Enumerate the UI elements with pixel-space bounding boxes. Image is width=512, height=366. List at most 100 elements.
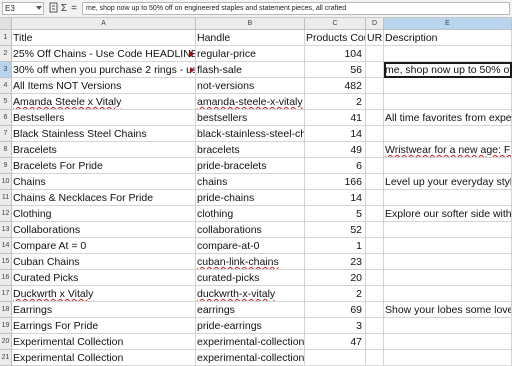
row-header[interactable]: 4 xyxy=(0,78,12,94)
row-header[interactable]: 19 xyxy=(0,318,12,334)
cell-d[interactable] xyxy=(366,334,384,350)
cell-d[interactable] xyxy=(366,62,384,78)
cell-a[interactable]: Earrings xyxy=(12,302,196,318)
cell-a[interactable]: Duckwrth x Vitaly xyxy=(12,286,196,302)
cell-e[interactable] xyxy=(384,334,512,350)
row-header[interactable]: 14 xyxy=(0,238,12,254)
row-header[interactable]: 13 xyxy=(0,222,12,238)
cell-a[interactable]: Curated Picks xyxy=(12,270,196,286)
cell-d[interactable] xyxy=(366,222,384,238)
cell-d[interactable] xyxy=(366,174,384,190)
cell-d[interactable] xyxy=(366,78,384,94)
cell-d[interactable] xyxy=(366,254,384,270)
row-header[interactable]: 10 xyxy=(0,174,12,190)
cell-c[interactable]: 1 xyxy=(305,238,366,254)
cell-c[interactable]: 2 xyxy=(305,286,366,302)
cell-b[interactable]: amanda-steele-x-vitaly xyxy=(196,94,305,110)
cell-a[interactable]: Bracelets For Pride xyxy=(12,158,196,174)
cell-d[interactable] xyxy=(366,190,384,206)
row-header[interactable]: 7 xyxy=(0,126,12,142)
cell-d[interactable] xyxy=(366,46,384,62)
cell-d[interactable] xyxy=(366,238,384,254)
cell-b[interactable]: earrings xyxy=(196,302,305,318)
cell-c[interactable]: 47 xyxy=(305,334,366,350)
cell-e[interactable] xyxy=(384,286,512,302)
row-header[interactable]: 2 xyxy=(0,46,12,62)
cell-b[interactable]: clothing xyxy=(196,206,305,222)
cell-a[interactable]: Chains & Necklaces For Pride xyxy=(12,190,196,206)
cell-a[interactable]: Earrings For Pride xyxy=(12,318,196,334)
cell-b[interactable]: cuban-link-chains xyxy=(196,254,305,270)
function-wizard-icon[interactable] xyxy=(48,2,58,15)
cell-e[interactable]: Wristwear for a new age: From heavy xyxy=(384,142,512,158)
cell-b[interactable]: flash-sale xyxy=(196,62,305,78)
cell-a[interactable]: Title xyxy=(12,30,196,46)
cell-e[interactable]: Description xyxy=(384,30,512,46)
row-header[interactable]: 8 xyxy=(0,142,12,158)
cell-e[interactable] xyxy=(384,350,512,366)
cell-b[interactable]: compare-at-0 xyxy=(196,238,305,254)
cell-c[interactable]: Products Count xyxy=(305,30,366,46)
row-header[interactable]: 9 xyxy=(0,158,12,174)
column-header-c[interactable]: C xyxy=(305,18,366,30)
cell-d[interactable] xyxy=(366,158,384,174)
cell-d[interactable] xyxy=(366,270,384,286)
cell-c[interactable]: 20 xyxy=(305,270,366,286)
cell-c[interactable]: 14 xyxy=(305,190,366,206)
cell-e[interactable] xyxy=(384,46,512,62)
row-header[interactable]: 1 xyxy=(0,30,12,46)
cell-c[interactable]: 2 xyxy=(305,94,366,110)
cell-b[interactable]: experimental-collection-jewelry xyxy=(196,350,305,366)
cell-a[interactable]: Bracelets xyxy=(12,142,196,158)
cell-b[interactable]: Handle xyxy=(196,30,305,46)
cell-a[interactable]: Amanda Steele x Vitaly xyxy=(12,94,196,110)
sum-icon[interactable]: Σ xyxy=(59,2,69,15)
cell-e[interactable] xyxy=(384,158,512,174)
cell-e-active[interactable]: me, shop now up to 50% off on engineered xyxy=(384,62,512,78)
cell-c[interactable]: 3 xyxy=(305,318,366,334)
chevron-down-icon[interactable] xyxy=(36,6,42,10)
cell-a[interactable]: Clothing xyxy=(12,206,196,222)
cell-a[interactable]: Chains xyxy=(12,174,196,190)
cell-b[interactable]: chains xyxy=(196,174,305,190)
cell-d[interactable] xyxy=(366,206,384,222)
cell-b[interactable]: pride-earrings xyxy=(196,318,305,334)
cell-a[interactable]: 25% Off Chains - Use Code HEADLINER at C… xyxy=(12,46,196,62)
row-header[interactable]: 21 xyxy=(0,350,12,366)
select-all-corner[interactable] xyxy=(0,18,12,30)
row-header[interactable]: 15 xyxy=(0,254,12,270)
cell-a[interactable]: Experimental Collection xyxy=(12,334,196,350)
cell-e[interactable] xyxy=(384,222,512,238)
cell-c[interactable]: 5 xyxy=(305,206,366,222)
cell-b[interactable]: not-versions xyxy=(196,78,305,94)
cell-e[interactable] xyxy=(384,78,512,94)
cell-a[interactable]: 30% off when you purchase 2 rings - use … xyxy=(12,62,196,78)
cell-e[interactable]: Explore our softer side with this range xyxy=(384,206,512,222)
cell-e[interactable]: Show your lobes some love with our xyxy=(384,302,512,318)
cell-d[interactable]: URL xyxy=(366,30,384,46)
row-header[interactable]: 20 xyxy=(0,334,12,350)
cell-d[interactable] xyxy=(366,126,384,142)
cell-a[interactable]: Compare At = 0 xyxy=(12,238,196,254)
cell-b[interactable]: collaborations xyxy=(196,222,305,238)
name-box[interactable]: E3 xyxy=(2,2,44,15)
column-header-d[interactable]: D xyxy=(366,18,384,30)
cell-b[interactable]: curated-picks xyxy=(196,270,305,286)
cell-b[interactable]: duckwrth-x-vitaly xyxy=(196,286,305,302)
cell-e[interactable]: Level up your everyday style with a xyxy=(384,174,512,190)
cell-c[interactable]: 52 xyxy=(305,222,366,238)
cell-e[interactable] xyxy=(384,254,512,270)
cell-b[interactable]: pride-bracelets xyxy=(196,158,305,174)
cell-d[interactable] xyxy=(366,94,384,110)
cell-b[interactable]: black-stainless-steel-chains xyxy=(196,126,305,142)
cell-e[interactable] xyxy=(384,126,512,142)
cell-e[interactable]: All time favorites from experimental xyxy=(384,110,512,126)
cell-d[interactable] xyxy=(366,302,384,318)
cell-c[interactable]: 6 xyxy=(305,158,366,174)
cell-a[interactable]: Bestsellers xyxy=(12,110,196,126)
cell-a[interactable]: Black Stainless Steel Chains xyxy=(12,126,196,142)
cell-c[interactable]: 482 xyxy=(305,78,366,94)
cell-c[interactable]: 14 xyxy=(305,126,366,142)
formula-equals-icon[interactable]: = xyxy=(69,2,79,15)
cell-e[interactable] xyxy=(384,238,512,254)
